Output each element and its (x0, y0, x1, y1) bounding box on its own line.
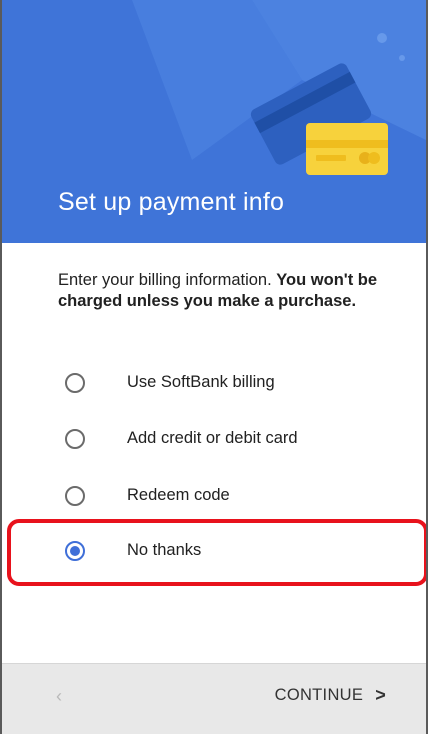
payment-header: Set up payment info (2, 0, 426, 243)
page-title: Set up payment info (58, 188, 285, 216)
radio-button[interactable] (65, 486, 85, 506)
back-chevron-icon[interactable]: ‹ (56, 686, 62, 707)
option-softbank-billing[interactable]: Use SoftBank billing (2, 355, 426, 411)
chevron-right-icon: > (375, 685, 386, 705)
option-label: Add credit or debit card (127, 429, 298, 447)
yellow-card-icon (306, 123, 388, 175)
option-redeem-code[interactable]: Redeem code (2, 468, 426, 524)
setup-screen: Set up payment info Enter your billing i… (0, 0, 428, 734)
option-label: Redeem code (127, 486, 230, 504)
option-no-thanks[interactable]: No thanks (2, 523, 426, 579)
radio-button[interactable] (65, 429, 85, 449)
billing-instructions-text: Enter your billing information. (58, 271, 277, 289)
continue-label: CONTINUE (274, 686, 364, 704)
navigation-footer: ‹ CONTINUE > (2, 663, 426, 734)
radio-button-selected[interactable] (65, 541, 85, 561)
radio-button[interactable] (65, 373, 85, 393)
continue-button[interactable]: CONTINUE > (275, 685, 386, 706)
billing-instructions: Enter your billing information. You won'… (58, 270, 388, 312)
option-label: No thanks (127, 541, 202, 559)
payment-options-panel: Enter your billing information. You won'… (2, 243, 426, 663)
option-label: Use SoftBank billing (127, 373, 275, 391)
option-credit-card[interactable]: Add credit or debit card (2, 411, 426, 467)
